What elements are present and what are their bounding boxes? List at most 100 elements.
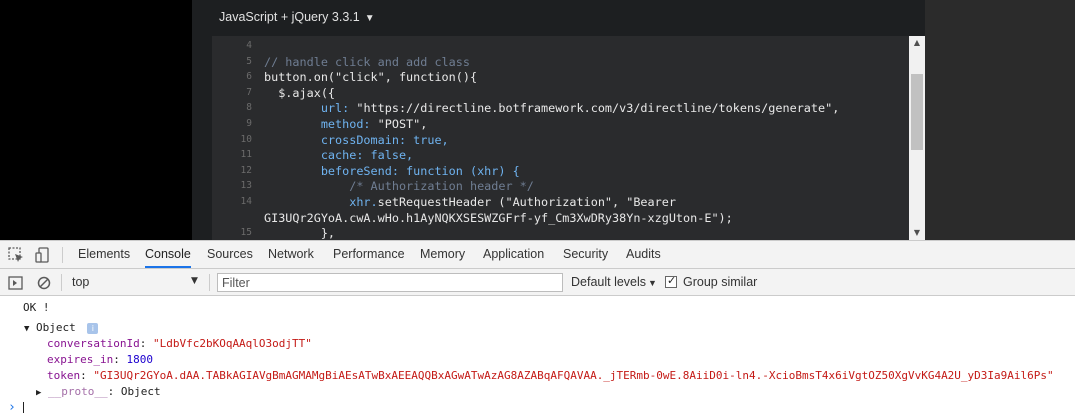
code-token: method: — [264, 117, 378, 131]
scroll-up-icon[interactable]: ▲ — [909, 36, 925, 50]
line-number: 7 — [246, 86, 252, 98]
code-line: 15 }, — [212, 225, 909, 240]
toolbar-divider — [61, 274, 62, 291]
code-text: $.ajax({ — [264, 85, 335, 101]
code-text: // handle click and add class — [264, 54, 470, 70]
clear-console-icon[interactable] — [35, 274, 53, 292]
code-text: crossDomain: true, — [264, 132, 449, 148]
code-token: xhr. — [264, 195, 378, 209]
console-prompt-icon[interactable]: › — [8, 400, 16, 413]
editor-header: JavaScript + jQuery 3.3.1 ▼ — [192, 0, 925, 36]
line-number: 12 — [240, 164, 252, 176]
code-line: 7 $.ajax({ — [212, 85, 909, 101]
code-line: GI3UQr2GYoA.cwA.wHo.h1AyNQKXSESWZGFrf-yf… — [212, 210, 909, 226]
levels-caret-down-icon: ▼ — [648, 278, 657, 288]
line-number: 6 — [246, 71, 252, 83]
code-token: // handle click and add class — [264, 54, 470, 69]
log-levels-dropdown[interactable]: Default levels ▼ — [571, 275, 657, 289]
expand-triangle-icon[interactable]: ▶ — [36, 388, 41, 398]
code-token: button.on("click", function(){ — [264, 70, 478, 85]
console-filter-input[interactable] — [217, 273, 563, 292]
language-selector[interactable]: JavaScript + jQuery 3.3.1 ▼ — [219, 10, 375, 24]
console-input-cursor[interactable] — [23, 402, 24, 413]
code-token: }, — [264, 226, 336, 240]
code-line: 10 crossDomain: true, — [212, 132, 909, 148]
proto-key: __proto__ — [48, 385, 108, 398]
object-property-row: conversationId: "LdbVfc2bKOqAAqlO3odjTT" — [47, 337, 312, 350]
code-line: 13 /* Authorization header */ — [212, 178, 909, 194]
inspect-element-icon[interactable] — [7, 246, 25, 264]
code-line: 5 // handle click and add class — [212, 54, 909, 70]
code-text: }, — [264, 225, 335, 240]
tab-application[interactable]: Application — [483, 241, 544, 268]
console-log-ok: OK ! — [23, 301, 50, 314]
object-property-row: token: "GI3UQr2GYoA.dAA.TABkAGIAVgBmAGMA… — [47, 369, 1054, 382]
scroll-down-icon[interactable]: ▼ — [909, 226, 925, 240]
code-token: $.ajax({ — [264, 85, 336, 100]
code-line: 8 url: "https://directline.botframework.… — [212, 100, 909, 116]
code-text: cache: false, — [264, 147, 413, 163]
line-number: 8 — [246, 102, 252, 114]
code-editor[interactable]: 4 5 // handle click and add class 6 button.o… — [212, 36, 909, 240]
code-token: cache: false, — [264, 148, 414, 163]
info-icon[interactable]: i — [87, 322, 99, 334]
editor-window: JavaScript + jQuery 3.3.1 ▼ 4 5 // handle c… — [0, 0, 1075, 240]
code-text: button.on("click", function(){ — [264, 69, 477, 85]
code-text: /* Authorization header */ — [264, 178, 534, 194]
group-similar-label: Group similar — [683, 275, 758, 289]
tab-divider — [62, 247, 63, 263]
log-levels-label: Default levels — [571, 275, 647, 289]
code-token: beforeSend: function (xhr) { — [264, 163, 520, 178]
code-token: url: — [264, 101, 357, 116]
tab-elements[interactable]: Elements — [78, 241, 130, 268]
line-number: 4 — [246, 40, 252, 51]
console-toolbar: top ▼ Default levels▼ ✓ Group similar — [0, 269, 1075, 296]
code-text: beforeSend: function (xhr) { — [264, 163, 520, 179]
context-selector[interactable]: top — [72, 275, 89, 289]
toolbar-divider — [209, 274, 210, 291]
tab-audits[interactable]: Audits — [626, 241, 661, 268]
code-line: 12 beforeSend: function (xhr) { — [212, 163, 909, 179]
editor-scrollbar[interactable]: ▲ ▼ — [909, 36, 925, 240]
code-text: xhr.setRequestHeader ("Authorization", "… — [264, 194, 676, 210]
code-token: crossDomain: true, — [264, 132, 449, 147]
expand-triangle-icon[interactable]: ▼ — [24, 324, 29, 334]
checkmark-icon: ✓ — [667, 274, 677, 287]
tab-network[interactable]: Network — [268, 241, 314, 268]
devtools-tabbar: Elements Console Sources Network Perform… — [0, 241, 1075, 269]
tab-security[interactable]: Security — [563, 241, 608, 268]
editor-gutter-strip — [192, 36, 212, 240]
device-toolbar-icon[interactable] — [34, 246, 52, 264]
group-similar-checkbox[interactable]: ✓ — [665, 274, 677, 288]
object-label: Object — [36, 321, 76, 334]
code-line: 4 — [212, 38, 909, 54]
line-number: 11 — [240, 149, 252, 161]
line-number: 14 — [240, 196, 252, 207]
code-text: method: "POST", — [264, 116, 428, 132]
result-pane — [925, 0, 1075, 240]
property-value: "LdbVfc2bKOqAAqlO3odjTT" — [152, 337, 312, 350]
tab-console[interactable]: Console — [145, 241, 191, 268]
language-label: JavaScript + jQuery 3.3.1 — [219, 10, 360, 24]
tab-memory[interactable]: Memory — [420, 241, 465, 268]
object-property-row: expires_in: 1800 — [47, 353, 153, 366]
code-line: 14 xhr.setRequestHeader ("Authorization"… — [212, 194, 909, 210]
console-object-row[interactable]: ▼ Object i — [24, 320, 99, 337]
line-number: 15 — [240, 227, 252, 239]
property-key: token — [47, 369, 81, 382]
scrollbar-thumb[interactable] — [911, 74, 923, 150]
line-number: 9 — [246, 118, 252, 129]
tab-sources[interactable]: Sources — [207, 241, 253, 268]
caret-down-icon: ▼ — [364, 13, 375, 24]
proto-row[interactable]: ▶ __proto__: Object — [36, 384, 161, 401]
sidebar-toggle-icon[interactable] — [7, 274, 25, 292]
property-value: "GI3UQr2GYoA.dAA.TABkAGIAVgBmAGMAMgBiAEs… — [93, 369, 1054, 382]
property-value: 1800 — [126, 353, 153, 366]
code-line: 9 method: "POST", — [212, 116, 909, 132]
code-text: GI3UQr2GYoA.cwA.wHo.h1AyNQKXSESWZGFrf-yf… — [264, 210, 733, 226]
code-line: 6 button.on("click", function(){ — [212, 69, 909, 85]
proto-value: Object — [120, 385, 161, 398]
tab-performance[interactable]: Performance — [333, 241, 405, 268]
devtools-panel: Elements Console Sources Network Perform… — [0, 240, 1075, 413]
context-caret-down-icon[interactable]: ▼ — [191, 276, 198, 286]
